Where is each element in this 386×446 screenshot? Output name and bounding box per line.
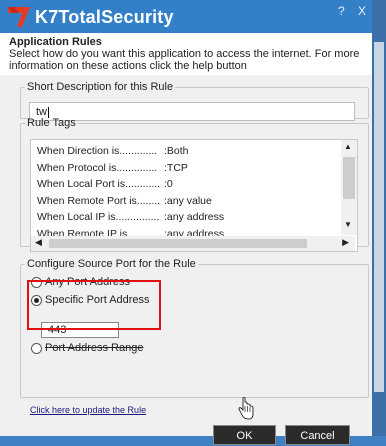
radio-icon[interactable] [31, 342, 42, 354]
radio-port-range[interactable]: Port Address Range [31, 342, 143, 354]
scroll-down-icon[interactable]: ▼ [344, 220, 352, 229]
radio-port-range-label: Port Address Range [45, 342, 144, 354]
rule-tag-key: When Local Port is............ [37, 178, 161, 191]
horizontal-scrollbar[interactable]: ◀ ▶ [31, 236, 355, 251]
scroll-right-icon[interactable]: ▶ [342, 237, 349, 248]
rule-tag-key: When Protocol is.............. [37, 161, 158, 174]
rule-tags-group: Rule Tags When Direction is.............… [20, 117, 369, 252]
ok-button[interactable]: OK [213, 425, 276, 445]
rule-tag-value: :any address [164, 211, 225, 224]
application-rules-dialog: Application Rules Select how do you want… [0, 33, 372, 445]
update-rule-link[interactable]: Click here to update the Rule [30, 405, 146, 415]
k7-logo: K7TotalSecurity [8, 6, 174, 28]
horizontal-scroll-thumb[interactable] [49, 239, 307, 248]
scroll-left-icon[interactable]: ◀ [35, 237, 42, 248]
rule-tag-row: When Local IP is............... :any addr… [37, 209, 337, 226]
help-button[interactable]: ? [338, 4, 345, 18]
dialog-title: Application Rules [9, 36, 102, 48]
rule-tag-value: :Both [164, 145, 189, 157]
vertical-scroll-thumb[interactable] [343, 157, 355, 199]
close-button[interactable]: X [358, 4, 366, 18]
dialog-description: Select how do you want this application … [9, 48, 360, 72]
short-description-group: Short Description for this Rule tw [20, 81, 369, 121]
rule-tag-row: When Local Port is............:0 [37, 176, 337, 193]
scroll-up-icon[interactable]: ▲ [344, 142, 352, 151]
rule-tag-key: When Local IP is............... [37, 211, 160, 224]
rule-tag-row: When Remote Port is........:any value [37, 193, 337, 210]
source-port-legend: Configure Source Port for the Rule [27, 258, 196, 270]
rule-tag-row: When Protocol is.............. :TCP [37, 160, 337, 177]
text-caret [48, 106, 49, 118]
brand-name: K7TotalSecurity [35, 6, 174, 27]
background-window-edge [372, 0, 386, 436]
vertical-scrollbar[interactable]: ▲ ▼ [341, 140, 357, 235]
highlight-box [27, 280, 161, 330]
short-description-legend: Short Description for this Rule [27, 81, 174, 93]
cancel-button[interactable]: Cancel [285, 425, 350, 445]
rule-tag-value: :any value [164, 194, 212, 207]
rule-tag-row: When Direction is............. :Both [37, 143, 337, 160]
rule-tag-value: :0 [164, 178, 173, 191]
hand-cursor-icon [238, 397, 254, 420]
rule-tags-legend: Rule Tags [27, 117, 76, 129]
rule-tag-key: When Direction is............. [37, 145, 158, 157]
rule-tag-value: :TCP [164, 161, 188, 174]
dialog-header: Application Rules Select how do you want… [0, 33, 372, 75]
k7-logo-icon [8, 7, 30, 27]
title-bar: K7TotalSecurity ? X [0, 0, 372, 33]
rule-tags-list[interactable]: When Direction is............. :Both When… [30, 139, 358, 252]
rule-tag-key: When Remote Port is........ [37, 194, 161, 207]
